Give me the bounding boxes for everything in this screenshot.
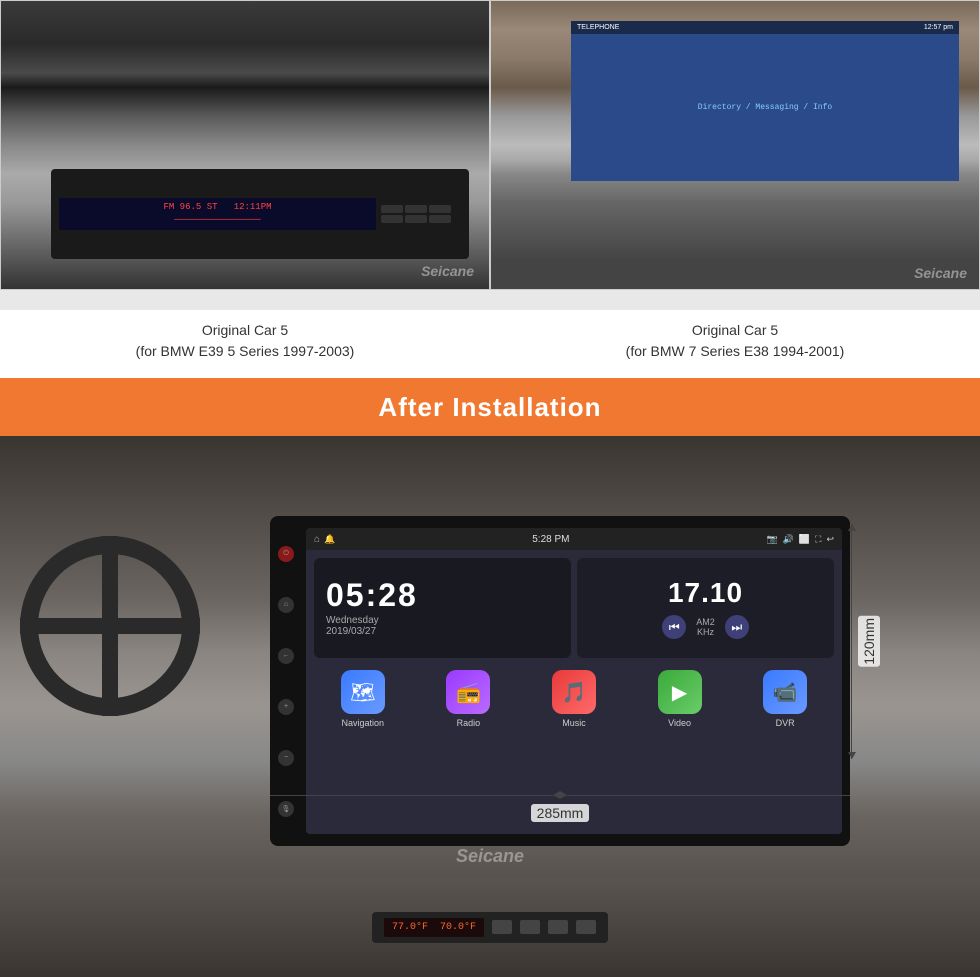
topbar-nav-icon: 🔔 <box>324 534 335 545</box>
h-arrow-line <box>270 791 850 799</box>
radio-block: 17.10 ⏮ AM2 KHz ⏭ <box>577 558 834 658</box>
screen-topbar: ⌂ 🔔 5:28 PM 📷 🔊 ⬜ ⛶ ↩ <box>306 528 842 550</box>
volume-icon: 🔊 <box>783 534 794 545</box>
screen-top-half: 05:28 Wednesday 2019/03/27 17.10 ⏮ AM2 <box>314 558 834 658</box>
radio-band-label: AM2 KHz <box>696 617 715 637</box>
captions-row: Original Car 5 (for BMW E39 5 Series 199… <box>0 310 980 378</box>
watermark-right: Seicane <box>914 265 967 281</box>
topbar-icons: 📷 🔊 ⬜ ⛶ ↩ <box>766 534 834 545</box>
app-music[interactable]: 🎵 Music <box>552 670 596 728</box>
v-arrow-top <box>848 524 856 531</box>
unit-left-buttons: ⏻ ⌂ ← + − 🎙 <box>278 528 300 834</box>
phone-time: 12:57 pm <box>924 24 953 31</box>
clock-date: 2019/03/27 <box>326 626 559 637</box>
dimension-vertical: 120mm <box>851 524 880 759</box>
dvr-icon: 📹 <box>763 670 807 714</box>
fullscreen-icon: ⛶ <box>815 534 821 545</box>
v-line <box>851 524 852 759</box>
radio-freq: 17.10 <box>668 577 743 609</box>
stereo-display-left: FM 96.5 ST 12:11PM ──────────────── <box>59 198 376 229</box>
stereo-buttons-left <box>381 205 461 223</box>
caption-left-line2: (for BMW E39 5 Series 1997-2003) <box>136 343 355 359</box>
topbar-time: 5:28 PM <box>343 534 758 545</box>
oem-screen-right: TELEPHONE 12:57 pm Directory / Messaging… <box>571 21 959 181</box>
unit-home-btn[interactable]: ⌂ <box>278 597 294 613</box>
radio-app-label: Radio <box>457 718 481 728</box>
music-label: Music <box>562 718 586 728</box>
h-line-left <box>270 795 553 796</box>
radio-unit: KHz <box>697 627 714 637</box>
unit-power-btn[interactable]: ⏻ <box>278 546 294 562</box>
caption-right-line2: (for BMW 7 Series E38 1994-2001) <box>626 343 845 359</box>
radio-app-icon: 📻 <box>446 670 490 714</box>
control-btn-2 <box>520 920 540 934</box>
app-navigation[interactable]: 🗺 Navigation <box>341 670 385 728</box>
stereo-btn <box>381 215 403 223</box>
after-installation-title: After Installation <box>378 392 601 423</box>
radio-band: AM2 <box>696 617 715 627</box>
caption-left-line1: Original Car 5 <box>202 322 288 338</box>
bottom-console: 77.0°F 70.0°F <box>0 877 980 977</box>
unit-screen: ⌂ 🔔 5:28 PM 📷 🔊 ⬜ ⛶ ↩ <box>306 528 842 834</box>
battery-icon: ⬜ <box>799 534 810 545</box>
v-arrow-bottom <box>848 752 856 759</box>
car-image-right: TELEPHONE 12:57 pm Directory / Messaging… <box>490 0 980 290</box>
after-installation-image: ⏻ ⌂ ← + − 🎙 ⌂ 🔔 5:28 PM 📷 <box>0 436 980 977</box>
home-icon: ⌂ <box>314 534 320 545</box>
unit-back-btn[interactable]: ← <box>278 648 294 664</box>
radio-controls: ⏮ AM2 KHz ⏭ <box>662 615 749 639</box>
h-line-right <box>567 795 850 796</box>
dimension-height-label: 120mm <box>858 616 880 667</box>
dvr-label: DVR <box>776 718 795 728</box>
video-icon: ▶ <box>658 670 702 714</box>
unit-vol-down-btn[interactable]: − <box>278 750 294 766</box>
top-images-row: FM 96.5 ST 12:11PM ──────────────── Seic… <box>0 0 980 310</box>
back-icon: ↩ <box>826 534 834 545</box>
after-installation-banner: After Installation <box>0 378 980 436</box>
stereo-btn <box>381 205 403 213</box>
topbar-left: ⌂ 🔔 <box>314 534 335 545</box>
video-label: Video <box>668 718 691 728</box>
phone-content: Directory / Messaging / Info <box>698 103 832 112</box>
temp-display: 77.0°F 70.0°F <box>384 918 484 937</box>
app-dvr[interactable]: 📹 DVR <box>763 670 807 728</box>
stereo-btn <box>429 215 451 223</box>
phone-body: Directory / Messaging / Info <box>571 34 959 181</box>
control-btn-3 <box>548 920 568 934</box>
unit-vol-up-btn[interactable]: + <box>278 699 294 715</box>
h-arrow-right <box>560 791 567 799</box>
app-icons-row: 🗺 Navigation 📻 Radio 🎵 Music ▶ <box>314 670 834 728</box>
clock-block: 05:28 Wednesday 2019/03/27 <box>314 558 571 658</box>
stereo-btn <box>405 205 427 213</box>
steering-wheel <box>20 536 200 716</box>
radio-next-button[interactable]: ⏭ <box>725 615 749 639</box>
watermark-after: Seicane <box>456 846 524 867</box>
navigation-icon: 🗺 <box>341 670 385 714</box>
control-btn-1 <box>492 920 512 934</box>
clock-time: 05:28 <box>326 579 559 611</box>
phone-header: TELEPHONE 12:57 pm <box>571 21 959 34</box>
clock-day: Wednesday <box>326 615 559 626</box>
dimension-width-label: 285mm <box>531 804 590 822</box>
caption-left: Original Car 5 (for BMW E39 5 Series 199… <box>0 320 490 362</box>
navigation-label: Navigation <box>342 718 385 728</box>
dimension-horizontal: 285mm <box>270 791 850 822</box>
camera-icon: 📷 <box>766 534 777 545</box>
watermark-left: Seicane <box>421 263 474 279</box>
bottom-controls-strip: 77.0°F 70.0°F <box>372 912 608 943</box>
control-btn-4 <box>576 920 596 934</box>
app-video[interactable]: ▶ Video <box>658 670 702 728</box>
music-icon: 🎵 <box>552 670 596 714</box>
caption-right-line1: Original Car 5 <box>692 322 778 338</box>
car-image-left: FM 96.5 ST 12:11PM ──────────────── Seic… <box>0 0 490 290</box>
caption-right: Original Car 5 (for BMW 7 Series E38 199… <box>490 320 980 362</box>
app-radio[interactable]: 📻 Radio <box>446 670 490 728</box>
phone-label: TELEPHONE <box>577 24 619 31</box>
stereo-btn <box>429 205 451 213</box>
stereo-unit-left: FM 96.5 ST 12:11PM ──────────────── <box>51 169 469 259</box>
radio-prev-button[interactable]: ⏮ <box>662 615 686 639</box>
h-arrow-left <box>553 791 560 799</box>
stereo-btn <box>405 215 427 223</box>
